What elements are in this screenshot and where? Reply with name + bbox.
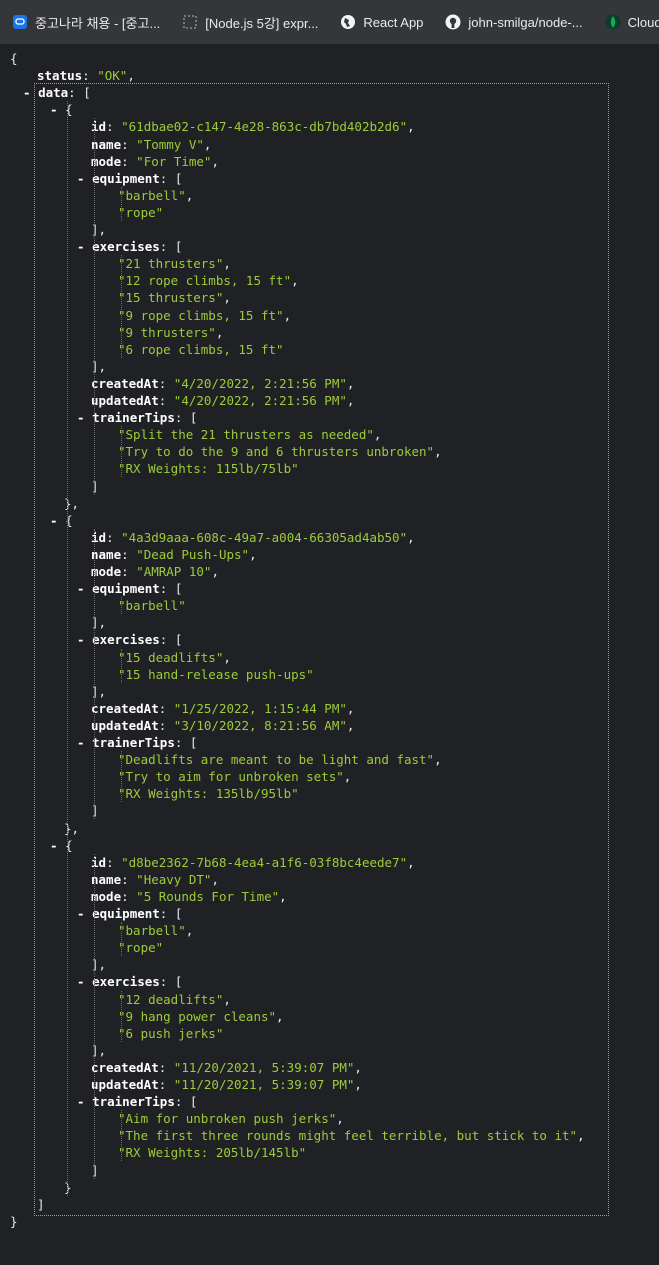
bookmark-label: [Node.js 5강] expr... <box>205 15 319 31</box>
punctuation: : <box>82 68 98 84</box>
bookmark-4[interactable]: Cloud: Mor <box>593 8 659 36</box>
bookmark-0[interactable]: 중고나라 채용 - [중고... <box>0 8 170 36</box>
bookmark-1[interactable]: [Node.js 5강] expr... <box>170 8 328 36</box>
punctuation: , <box>127 68 135 84</box>
bookmark-label: john-smilga/node-... <box>468 14 583 30</box>
globe-icon <box>340 14 356 30</box>
bookmark-label: Cloud: Mor <box>627 14 659 30</box>
github-icon <box>445 14 461 30</box>
json-line: { <box>10 50 18 67</box>
mongodb-leaf-icon <box>605 14 621 30</box>
bookmark-label: 중고나라 채용 - [중고... <box>35 15 161 31</box>
bookmark-3[interactable]: john-smilga/node-... <box>433 8 592 36</box>
bookmark-label: React App <box>363 14 424 30</box>
json-line: status: "OK", <box>37 67 135 84</box>
bookmarks-bar: 중고나라 채용 - [중고... [Node.js 5강] expr... Re… <box>0 0 659 45</box>
json-key: status <box>37 68 83 84</box>
json-string: "OK" <box>97 68 128 84</box>
bookmark-2[interactable]: React App <box>328 8 433 36</box>
json-viewer: {status: "OK", - data: [- {id: "61dbae02-… <box>0 44 659 1265</box>
json-line: } <box>10 1213 18 1230</box>
chat-bubble-icon <box>12 14 28 30</box>
node-icon <box>182 14 198 30</box>
selection-box <box>34 83 609 1216</box>
punctuation: } <box>10 1213 18 1229</box>
punctuation: { <box>10 51 18 66</box>
